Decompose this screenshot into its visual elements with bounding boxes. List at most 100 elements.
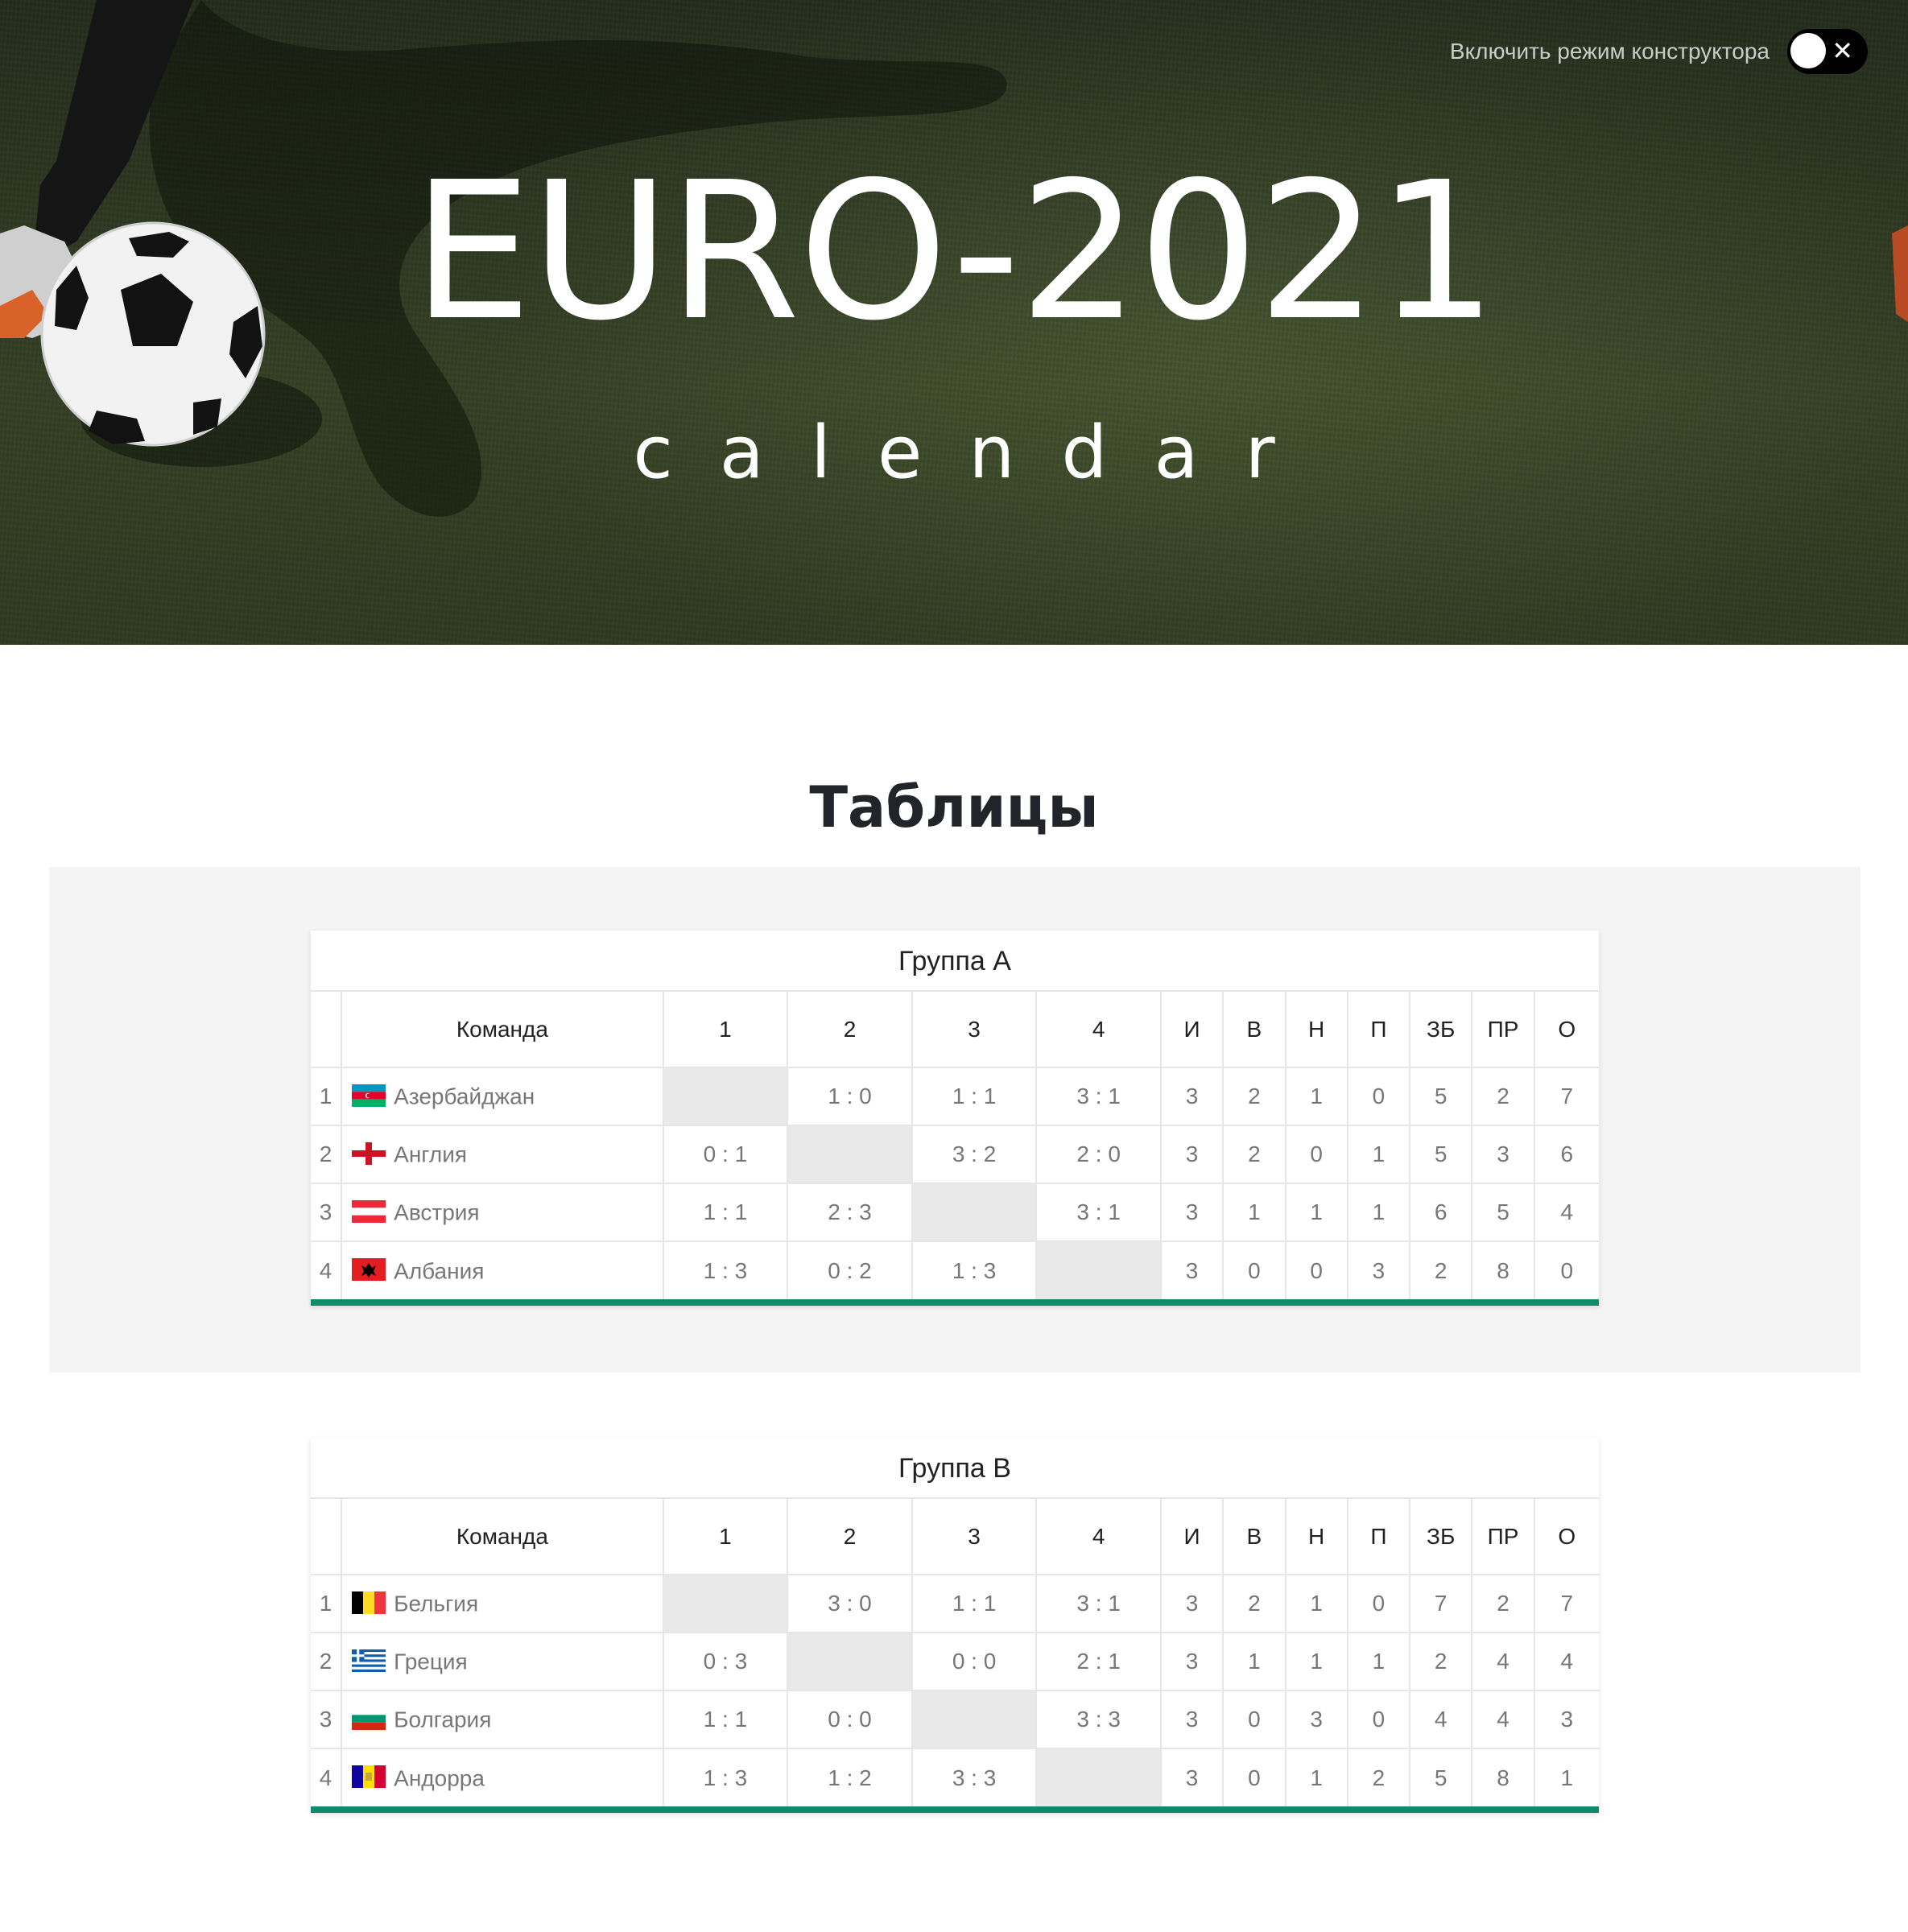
andorra-flag-icon [352,1765,386,1789]
column-header: 4 [1035,1499,1162,1575]
stat-cell: 7 [1533,1574,1599,1633]
team-cell: Англия [341,1125,664,1184]
self-match-cell [787,1125,913,1184]
match-result: 0 : 0 [787,1690,913,1749]
albania-flag-icon [352,1258,386,1282]
stat-cell: 3 [1159,1125,1225,1184]
stat-cell: 3 [1159,1241,1225,1299]
constructor-mode-toggle[interactable]: Включить режим конструктора ✕ [1450,29,1868,74]
azerbaijan-flag-icon [352,1084,386,1107]
stat-cell: 2 [1346,1748,1411,1806]
match-result: 0 : 3 [662,1632,789,1691]
row-position: 1 [311,1067,343,1126]
column-header: ПР [1471,1499,1535,1575]
table-row: 1 Азербайджан 1 : 01 : 13 : 13210527 [311,1067,1599,1126]
stat-cell: 6 [1409,1183,1473,1242]
stat-cell: 4 [1471,1690,1535,1749]
stat-cell: 2 [1222,1574,1286,1633]
column-header: В [1222,1499,1286,1575]
self-match-cell [662,1067,789,1126]
hero-banner: Включить режим конструктора ✕ EURO-2021 … [0,0,1908,645]
match-result: 2 : 0 [1035,1125,1162,1184]
stat-cell: 5 [1409,1067,1473,1126]
stat-cell: 3 [1284,1690,1348,1749]
table-row: 2 Англия 0 : 13 : 22 : 03201536 [311,1125,1599,1184]
column-header: И [1159,992,1225,1068]
match-result: 3 : 3 [911,1748,1038,1806]
self-match-cell [1035,1241,1162,1299]
stat-cell: 4 [1533,1632,1599,1691]
standings-table: Команда 1 2 3 4 И В Н П ЗБ ПР О 1 Азербайджан 1 : 01 :… [311,992,1599,1299]
stat-cell: 5 [1471,1183,1535,1242]
column-header: О [1533,1499,1599,1575]
team-cell: Андорра [341,1748,664,1806]
column-header: ЗБ [1409,1499,1473,1575]
team-name: Бельгия [394,1591,479,1616]
stat-cell: 5 [1409,1125,1473,1184]
stat-cell: 3 [1159,1632,1225,1691]
team-name: Албания [394,1258,485,1284]
column-header: 2 [787,1499,913,1575]
row-position: 2 [311,1632,343,1691]
column-header: 4 [1035,992,1162,1068]
standings-table: Команда 1 2 3 4 И В Н П ЗБ ПР О 1 Бельгия 3 : 0 1 : 1 3 … [311,1499,1599,1806]
stat-cell: 0 [1346,1690,1411,1749]
switch-knob [1790,33,1826,68]
stat-cell: 1 [1284,1183,1348,1242]
self-match-cell [662,1574,789,1633]
team-name: Андорра [394,1765,485,1791]
stat-cell: 2 [1409,1241,1473,1299]
stat-cell: 2 [1222,1067,1286,1126]
match-result: 1 : 3 [662,1748,789,1806]
constructor-switch[interactable]: ✕ [1787,29,1868,74]
column-header: П [1346,1499,1411,1575]
team-cell: Азербайджан [341,1067,664,1126]
stat-cell: 3 [1533,1690,1599,1749]
stat-cell: 3 [1159,1690,1225,1749]
stat-cell: 7 [1409,1574,1473,1633]
row-position: 3 [311,1690,343,1749]
match-result: 3 : 1 [1035,1183,1162,1242]
team-cell: Албания [341,1241,664,1299]
column-header: ЗБ [1409,992,1473,1068]
column-header: ПР [1471,992,1535,1068]
stat-cell: 4 [1409,1690,1473,1749]
bulgaria-flag-icon [352,1707,386,1730]
stat-cell: 0 [1222,1748,1286,1806]
group-title: Группа А [311,931,1599,992]
column-header-position [311,992,343,1068]
stat-cell: 1 [1222,1183,1286,1242]
team-name: Азербайджан [394,1084,535,1109]
team-name: Греция [394,1649,468,1674]
stat-cell: 0 [1284,1241,1348,1299]
stat-cell: 6 [1533,1125,1599,1184]
stat-cell: 2 [1222,1125,1286,1184]
column-header-position [311,1499,343,1575]
stat-cell: 0 [1284,1125,1348,1184]
stat-cell: 3 [1159,1067,1225,1126]
stat-cell: 3 [1159,1748,1225,1806]
column-header: И [1159,1499,1225,1575]
match-result: 3 : 1 [1035,1574,1162,1633]
match-result: 1 : 1 [662,1690,789,1749]
match-result: 3 : 0 [787,1574,913,1633]
austria-flag-icon [352,1199,386,1223]
stat-cell: 4 [1471,1632,1535,1691]
table-header-row: Команда 1 2 3 4 И В Н П ЗБ ПР О [311,1499,1599,1575]
stat-cell: 3 [1159,1574,1225,1633]
match-result: 2 : 1 [1035,1632,1162,1691]
section-title: Таблицы [809,774,1099,840]
table-row: 2 Греция 0 : 30 : 02 : 13111244 [311,1632,1599,1691]
team-name: Болгария [394,1707,492,1732]
team-cell: Болгария [341,1690,664,1749]
match-result: 1 : 1 [662,1183,789,1242]
column-header: Н [1284,992,1348,1068]
column-header: 2 [787,992,913,1068]
team-name: Англия [394,1141,468,1167]
belgium-flag-icon [352,1591,386,1614]
stat-cell: 4 [1533,1183,1599,1242]
stat-cell: 1 [1284,1632,1348,1691]
group-table-a: Группа А Команда 1 2 3 4 И В Н П ЗБ ПР О 1 Азербайджан… [311,931,1599,1306]
stat-cell: 1 [1284,1067,1348,1126]
team-cell: Бельгия [341,1574,664,1633]
